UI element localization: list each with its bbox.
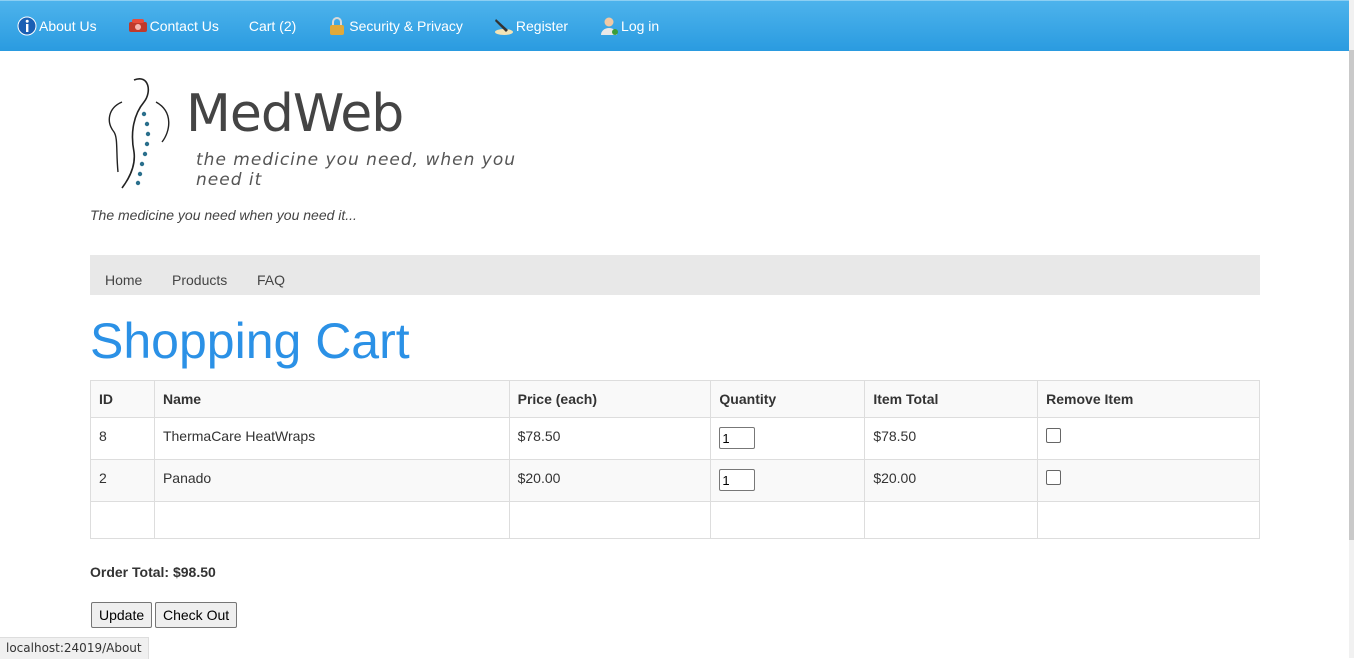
quantity-input[interactable]	[719, 469, 756, 491]
menu-item-faq[interactable]: FAQ	[257, 272, 285, 288]
column-header-remove-item: Remove Item	[1037, 380, 1260, 418]
update-button[interactable]: Update	[91, 602, 153, 628]
column-header-price: Price (each)	[508, 380, 712, 418]
contact-us-label: Contact Us	[149, 18, 219, 34]
empty-cell	[1037, 501, 1260, 539]
empty-cell	[90, 501, 155, 539]
pen-icon	[494, 19, 513, 35]
remove-item-checkbox[interactable]	[1046, 428, 1062, 443]
info-icon	[17, 16, 37, 36]
cell-quantity	[710, 459, 866, 502]
top-navigation-bar: About Us Contact Us Cart (2) Security & …	[0, 0, 1349, 51]
empty-cell	[508, 501, 712, 539]
medweb-logo[interactable]: MedWeb the medicine you need, when you n…	[104, 72, 564, 192]
security-privacy-label: Security & Privacy	[349, 18, 463, 34]
table-row: 2 Panado $20.00 $20.00	[90, 459, 1260, 502]
cell-remove-item	[1037, 459, 1260, 502]
check-out-button[interactable]: Check Out	[155, 602, 238, 628]
cell-id: 2	[90, 459, 155, 502]
logo-slogan-text: the medicine you need, when you need it	[196, 150, 517, 190]
remove-item-checkbox[interactable]	[1046, 470, 1062, 485]
user-icon	[601, 17, 619, 35]
about-us-link[interactable]: About Us	[16, 15, 97, 37]
register-label: Register	[515, 18, 569, 34]
page-scrollbar[interactable]	[1349, 0, 1354, 658]
register-link[interactable]: Register	[493, 15, 568, 37]
lock-icon	[330, 17, 345, 35]
cell-id: 8	[90, 417, 155, 460]
page-title: Shopping Cart	[90, 313, 410, 369]
cart-link[interactable]: Cart (2)	[249, 18, 296, 34]
order-total: Order Total: $98.50	[90, 564, 216, 580]
empty-cell	[153, 501, 510, 539]
contact-us-link[interactable]: Contact Us	[127, 15, 219, 37]
phone-icon	[128, 19, 147, 32]
table-header-row: ID Name Price (each) Quantity Item Total…	[90, 380, 1260, 418]
about-us-label: About Us	[39, 18, 97, 34]
column-header-id: ID	[90, 380, 155, 418]
column-header-item-total: Item Total	[864, 380, 1039, 418]
scrollbar-thumb[interactable]	[1349, 50, 1354, 540]
empty-cell	[710, 501, 866, 539]
logo-brand-text: MedWeb	[186, 84, 404, 144]
security-privacy-link[interactable]: Security & Privacy	[326, 15, 463, 37]
empty-cell	[864, 501, 1039, 539]
menu-item-products[interactable]: Products	[172, 272, 227, 288]
cell-item-total: $78.50	[864, 417, 1039, 460]
menu-item-home[interactable]: Home	[105, 272, 142, 288]
site-tagline: The medicine you need when you need it..…	[90, 207, 357, 223]
cell-name: ThermaCare HeatWraps	[153, 417, 510, 460]
cell-quantity	[710, 417, 866, 460]
cart-table: ID Name Price (each) Quantity Item Total…	[90, 380, 1260, 539]
log-in-link[interactable]: Log in	[598, 15, 659, 37]
main-menu: Home Products FAQ	[90, 255, 1260, 295]
browser-status-bar: localhost:24019/About	[0, 637, 149, 659]
table-empty-row	[90, 501, 1260, 539]
cell-price: $78.50	[508, 417, 712, 460]
cell-remove-item	[1037, 417, 1260, 460]
spine-logo-icon	[108, 78, 170, 189]
cell-item-total: $20.00	[864, 459, 1039, 502]
cart-label: Cart (2)	[248, 18, 297, 34]
column-header-quantity: Quantity	[710, 380, 866, 418]
cell-price: $20.00	[508, 459, 712, 502]
table-row: 8 ThermaCare HeatWraps $78.50 $78.50	[90, 417, 1260, 460]
cell-name: Panado	[153, 459, 510, 502]
quantity-input[interactable]	[719, 427, 756, 449]
log-in-label: Log in	[621, 18, 660, 34]
column-header-name: Name	[153, 380, 510, 418]
